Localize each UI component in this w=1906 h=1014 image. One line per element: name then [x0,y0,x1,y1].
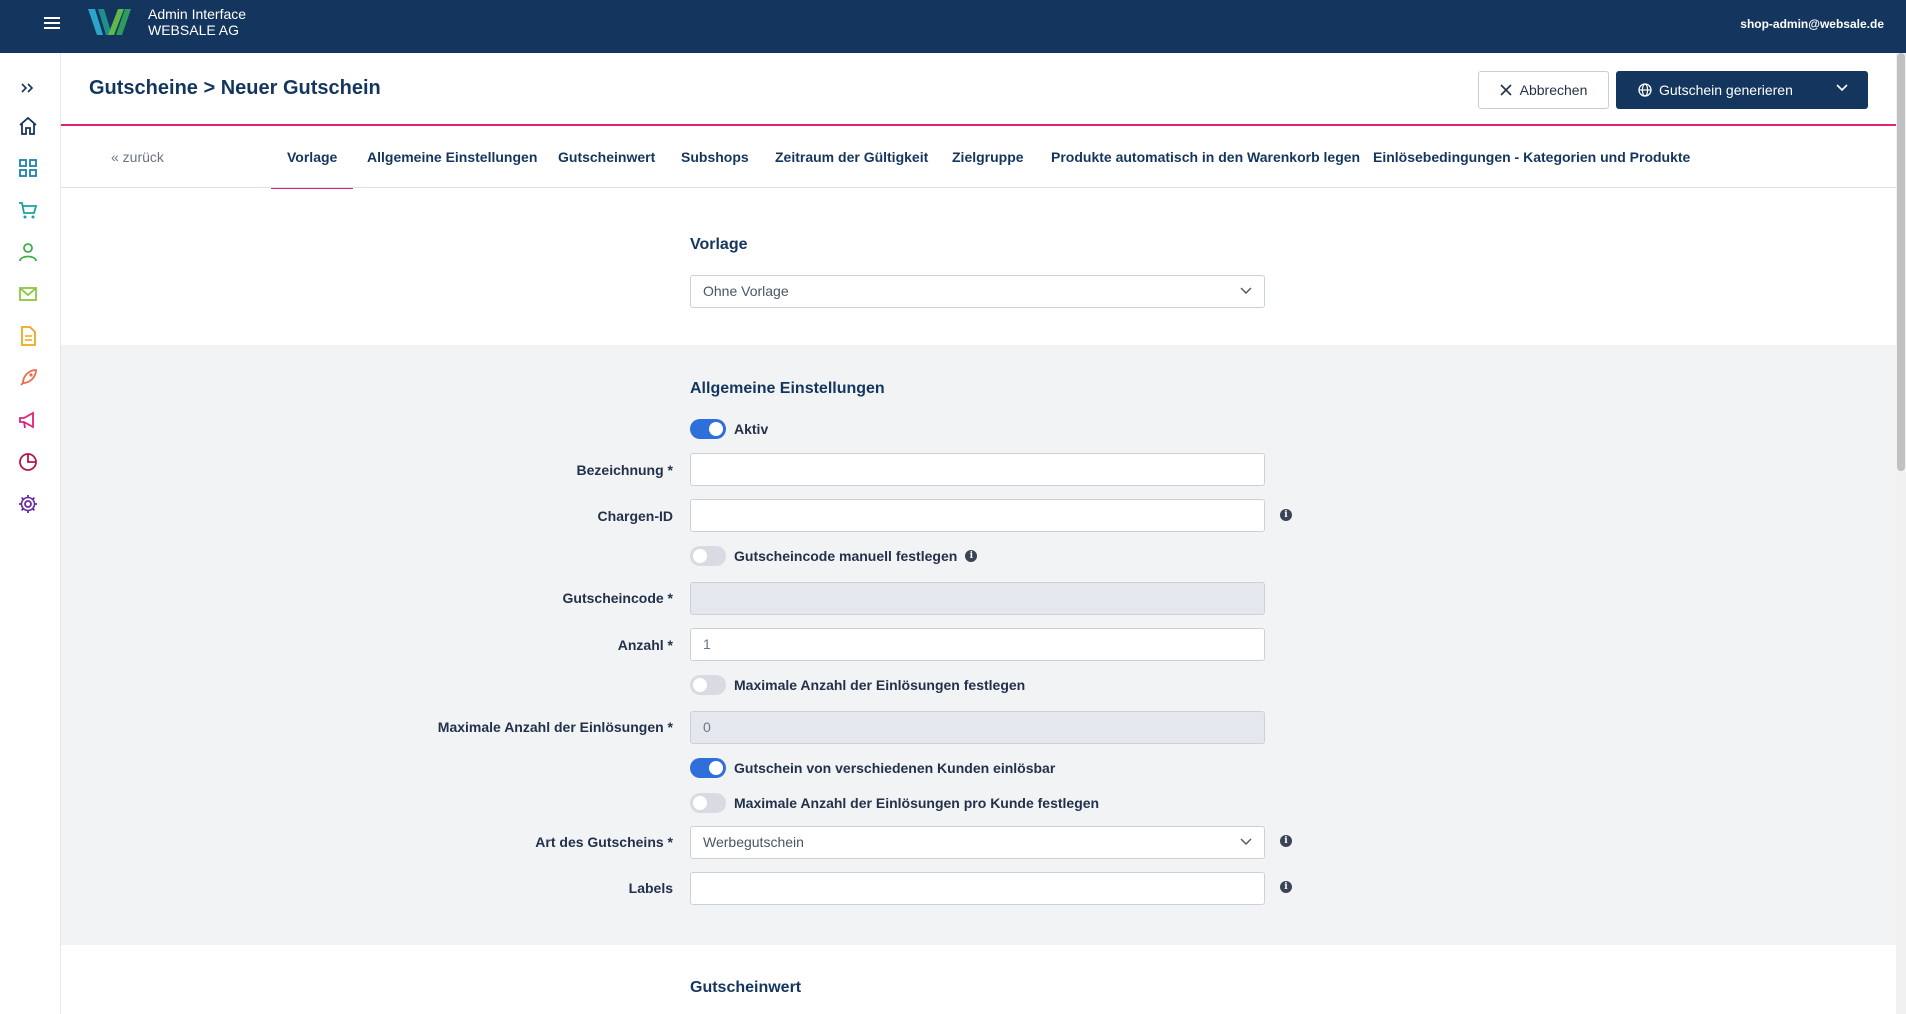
tab-zielgruppe[interactable]: Zielgruppe [952,149,1024,165]
bezeichnung-input[interactable] [690,453,1265,486]
anzahl-input[interactable]: 1 [690,628,1265,661]
home-icon[interactable] [17,115,39,137]
template-select-value: Ohne Vorlage [703,283,789,299]
generate-voucher-label: Gutschein generieren [1659,82,1793,98]
voucher-type-label: Art des Gutscheins * [535,834,673,850]
generate-voucher-button[interactable]: Gutschein generieren [1616,71,1868,109]
max-redemptions-label: Maximale Anzahl der Einlösungen * [437,719,673,735]
websale-logo [88,9,131,35]
brand-text: Admin Interface WEBSALE AG [148,6,246,38]
section-title-gutscheinwert: Gutscheinwert [690,979,802,996]
anzahl-label: Anzahl * [617,637,673,653]
multi-customer-toggle[interactable] [690,758,726,778]
scrollbar-thumb[interactable] [1897,53,1905,471]
bezeichnung-label: Bezeichnung * [576,462,673,478]
tab-produkte-warenkorb[interactable]: Produkte automatisch in den Warenkorb le… [1051,149,1360,165]
page-title: Gutscheine > Neuer Gutschein [89,77,381,99]
voucher-type-value: Werbegutschein [703,834,804,850]
rocket-icon[interactable] [17,367,39,389]
section-gutscheinwert: Gutscheinwert [61,945,1896,1014]
user-email[interactable]: shop-admin@websale.de [1740,17,1884,31]
tab-allgemeine-einstellungen[interactable]: Allgemeine Einstellungen [367,149,537,165]
max-redemptions-toggle[interactable] [690,675,726,695]
cancel-button[interactable]: Abbrechen [1478,71,1609,109]
top-bar: Admin Interface WEBSALE AG shop-admin@we… [0,0,1906,53]
chargen-id-label: Chargen-ID [597,508,673,524]
info-icon[interactable]: i [1280,835,1292,847]
info-icon[interactable]: i [1280,509,1292,521]
chevron-down-icon [1240,287,1252,295]
voucher-type-select[interactable]: Werbegutschein [690,826,1265,859]
template-select[interactable]: Ohne Vorlage [690,275,1265,308]
user-icon[interactable] [17,241,39,263]
code-manual-label: Gutscheincode manuell festlegen [734,548,958,564]
multi-customer-label: Gutschein von verschiedenen Kunden einlö… [734,760,1056,776]
chevron-down-icon [1240,838,1252,846]
aktiv-toggle-row: Aktiv [690,418,768,440]
tab-bar: « zurück Vorlage Allgemeine Einstellunge… [61,128,1896,190]
multi-customer-toggle-row: Gutschein von verschiedenen Kunden einlö… [690,757,1055,779]
labels-label: Labels [628,880,673,896]
code-manual-toggle-row: Gutscheincode manuell festlegen i [690,545,978,567]
sidebar [0,53,61,1014]
brand-line2: WEBSALE AG [148,22,240,38]
tab-vorlage[interactable]: Vorlage [270,149,354,190]
megaphone-icon[interactable] [17,409,39,431]
section-allgemeine-einstellungen: Allgemeine Einstellungen Aktiv Bezeichnu… [61,345,1896,945]
gutscheincode-label: Gutscheincode * [562,590,673,606]
document-icon[interactable] [17,325,39,347]
brand-line1: Admin Interface [148,6,247,22]
expand-icon[interactable] [17,77,39,99]
tab-einloesebedingungen[interactable]: Einlösebedingungen - Kategorien und Prod… [1373,149,1690,165]
pie-chart-icon[interactable] [17,451,39,473]
gutscheincode-input [690,582,1265,615]
cart-icon[interactable] [17,199,39,221]
section-title-vorlage: Vorlage [690,236,748,253]
tab-gutscheinwert[interactable]: Gutscheinwert [558,149,655,165]
section-title-allgemein: Allgemeine Einstellungen [690,380,885,397]
chevron-down-icon[interactable] [1836,84,1848,92]
section-vorlage: Vorlage Ohne Vorlage [61,189,1896,345]
aktiv-label: Aktiv [734,421,769,437]
max-per-customer-toggle-row: Maximale Anzahl der Einlösungen pro Kund… [690,792,1099,814]
aktiv-toggle[interactable] [690,419,726,439]
code-manual-toggle[interactable] [690,546,726,566]
back-link[interactable]: « zurück [111,149,164,165]
mail-icon[interactable] [17,283,39,305]
max-per-customer-toggle[interactable] [690,793,726,813]
dashboard-grid-icon[interactable] [17,157,39,179]
hamburger-menu-icon[interactable] [44,16,62,30]
max-redemptions-toggle-label: Maximale Anzahl der Einlösungen festlege… [734,677,1026,693]
page-header: Gutscheine > Neuer Gutschein Abbrechen G… [61,53,1896,126]
max-per-customer-label: Maximale Anzahl der Einlösungen pro Kund… [734,795,1100,811]
close-icon [1500,84,1512,96]
labels-input[interactable] [690,872,1265,905]
globe-icon [1638,83,1652,97]
info-icon[interactable]: i [965,550,978,562]
max-redemptions-input: 0 [690,711,1265,744]
max-redemptions-toggle-row: Maximale Anzahl der Einlösungen festlege… [690,674,1025,696]
tab-zeitraum-der-gueltigkeit[interactable]: Zeitraum der Gültigkeit [775,149,928,165]
chargen-id-input[interactable] [690,499,1265,532]
info-icon[interactable]: i [1280,881,1292,893]
cancel-button-label: Abbrechen [1519,82,1588,98]
gear-icon[interactable] [17,493,39,515]
tab-subshops[interactable]: Subshops [681,149,749,165]
